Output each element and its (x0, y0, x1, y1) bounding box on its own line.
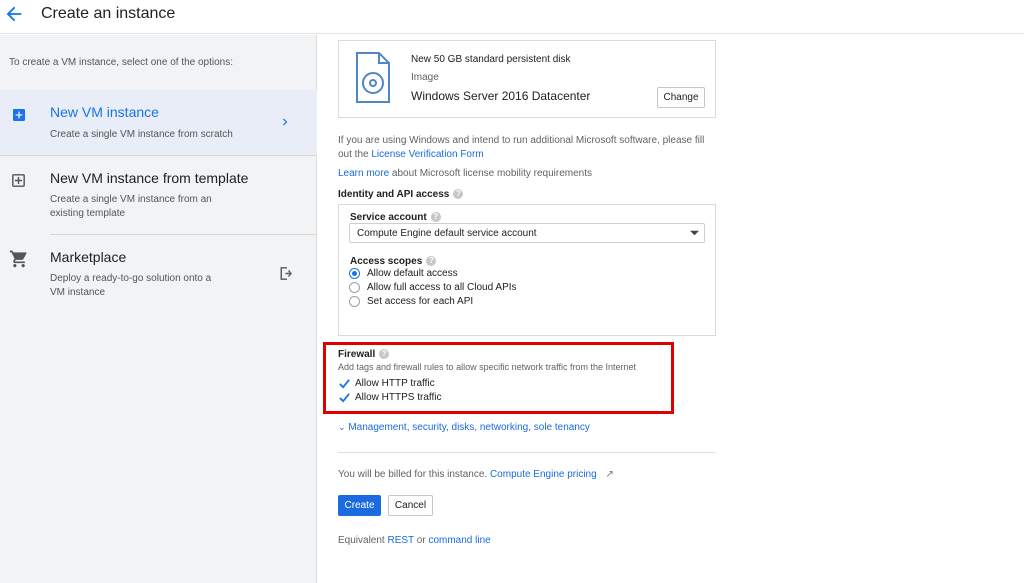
identity-card: Service account? Compute Engine default … (338, 204, 716, 336)
access-scopes-label: Access scopes (350, 256, 423, 267)
firewall-label: Firewall (338, 349, 376, 360)
add-box-icon (13, 109, 25, 121)
billing-text: You will be billed for this instance. (338, 469, 488, 480)
cart-icon (9, 250, 27, 268)
boot-disk-card: New 50 GB standard persistent disk Image… (338, 40, 716, 118)
service-account-select[interactable]: Compute Engine default service account (349, 223, 705, 243)
firewall-description: Add tags and firewall rules to allow spe… (338, 362, 636, 372)
divider (338, 452, 716, 453)
checkbox-label: Allow HTTPS traffic (355, 392, 442, 403)
equivalent-prefix: Equivalent (338, 535, 385, 546)
dropdown-arrow-icon (690, 230, 699, 236)
command-line-link[interactable]: command line (428, 535, 490, 546)
sidebar: To create a VM instance, select one of t… (0, 35, 317, 583)
create-button[interactable]: Create (338, 495, 381, 516)
help-icon[interactable]: ? (426, 256, 437, 267)
equivalent-or: or (416, 535, 426, 546)
option-desc: Create a single VM instance from an exis… (50, 194, 212, 219)
scope-label: Allow default access (367, 268, 458, 279)
management-link[interactable]: Management, security, disks, networking,… (348, 422, 590, 433)
equivalent-line: Equivalent REST or command line (338, 535, 491, 546)
compute-engine-pricing-link[interactable]: Compute Engine pricing (490, 469, 597, 480)
option-new-vm-instance[interactable]: New VM instance Create a single VM insta… (0, 90, 317, 155)
change-button[interactable]: Change (657, 87, 705, 108)
chevron-right-icon (283, 118, 288, 126)
firewall-heading: Firewall? (338, 349, 390, 360)
license-verification-link[interactable]: License Verification Form (371, 149, 483, 160)
external-link-icon[interactable]: ↗ (605, 469, 613, 480)
option-desc: Deploy a ready-to-go solution onto a VM … (50, 273, 212, 298)
image-value: Windows Server 2016 Datacenter (411, 89, 591, 103)
cancel-button[interactable]: Cancel (388, 495, 433, 516)
identity-heading-label: Identity and API access (338, 189, 450, 200)
service-account-heading: Service account? (350, 212, 441, 223)
learn-more-line: Learn more about Microsoft license mobil… (338, 168, 592, 179)
help-icon[interactable]: ? (453, 189, 464, 200)
option-new-vm-from-template[interactable]: New VM instance from template Create a s… (0, 156, 317, 234)
checkbox-label: Allow HTTP traffic (355, 378, 435, 389)
option-marketplace[interactable]: Marketplace Deploy a ready-to-go solutio… (0, 235, 317, 313)
sidebar-intro: To create a VM instance, select one of t… (9, 57, 234, 68)
page-title: Create an instance (41, 5, 176, 22)
disk-file-icon (356, 52, 390, 103)
radio-button[interactable] (349, 268, 360, 279)
option-title: Marketplace (50, 249, 127, 265)
help-icon[interactable]: ? (379, 349, 390, 360)
management-expander[interactable]: ⌄ Management, security, disks, networkin… (338, 422, 590, 433)
scope-label: Set access for each API (367, 296, 474, 307)
radio-button[interactable] (349, 296, 360, 307)
learn-more-text: about Microsoft license mobility require… (391, 168, 593, 179)
help-icon[interactable]: ? (430, 212, 441, 223)
license-notice: If you are using Windows and intend to r… (338, 134, 718, 162)
launch-icon[interactable] (277, 265, 294, 282)
disk-label: New 50 GB standard persistent disk (411, 54, 571, 65)
learn-more-link[interactable]: Learn more (338, 168, 389, 179)
arrow-back-icon[interactable] (3, 3, 25, 25)
rest-link[interactable]: REST (387, 535, 414, 546)
option-desc: Create a single VM instance from scratch (50, 129, 233, 140)
scope-label: Allow full access to all Cloud APIs (367, 282, 517, 293)
option-title: New VM instance from template (50, 170, 249, 186)
double-chevron-down-icon: ⌄ (338, 422, 346, 432)
service-account-label: Service account (350, 212, 427, 223)
service-account-value: Compute Engine default service account (357, 228, 537, 239)
access-scopes-heading: Access scopes? (350, 256, 437, 267)
identity-heading: Identity and API access? (338, 189, 464, 200)
radio-button[interactable] (349, 282, 360, 293)
option-title: New VM instance (50, 104, 159, 120)
checkmark-icon[interactable] (339, 392, 350, 403)
image-label: Image (411, 72, 439, 83)
billing-line: You will be billed for this instance. Co… (338, 469, 614, 480)
add-box-outline-icon (12, 174, 25, 187)
checkmark-icon[interactable] (339, 378, 350, 389)
app-header: Create an instance (0, 0, 1024, 34)
